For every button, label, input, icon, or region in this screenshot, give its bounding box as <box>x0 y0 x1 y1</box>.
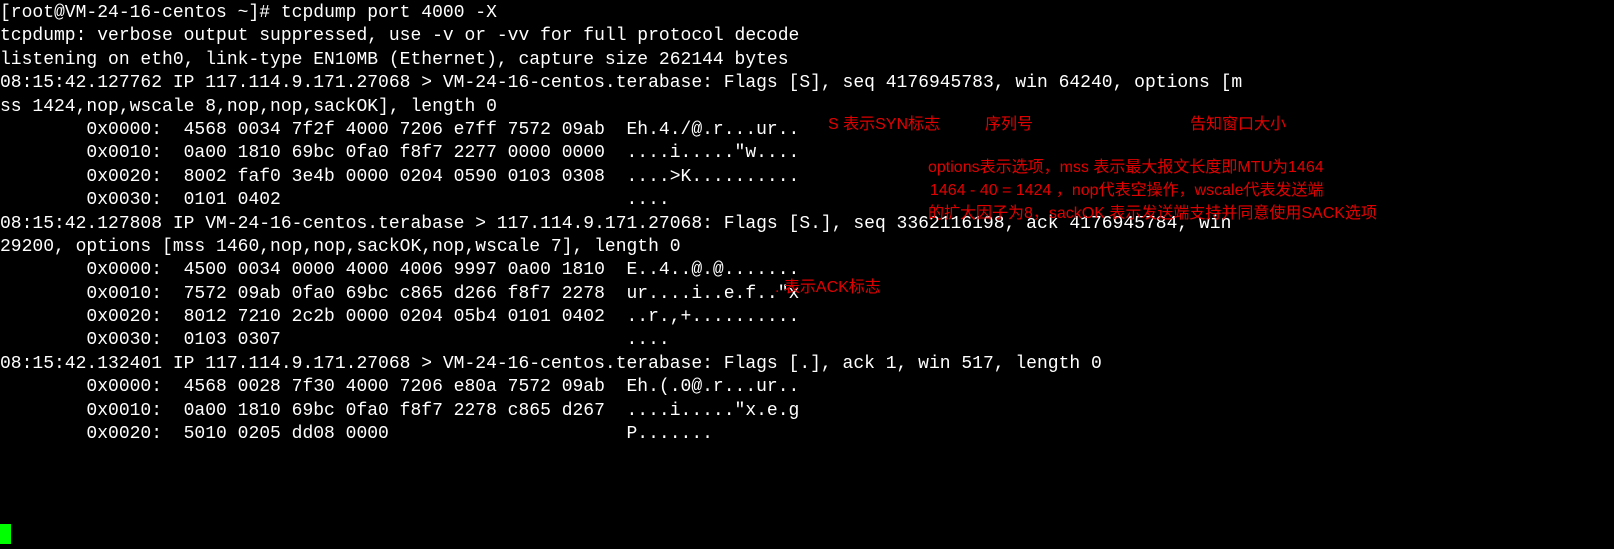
output-line: 29200, options [mss 1460,nop,nop,sackOK,… <box>0 237 681 257</box>
terminal-cursor <box>0 524 11 544</box>
hexdump-line: 0x0010: 0a00 1810 69bc 0fa0 f8f7 2277 00… <box>0 143 799 163</box>
annotation-syn-flag: S 表示SYN标志 <box>828 115 940 136</box>
output-line: 08:15:42.132401 IP 117.114.9.171.27068 >… <box>0 354 1102 374</box>
output-line: ss 1424,nop,wscale 8,nop,nop,sackOK], le… <box>0 97 497 117</box>
output-line: 08:15:42.127762 IP 117.114.9.171.27068 >… <box>0 73 1242 93</box>
hexdump-line: 0x0030: 0103 0307 .... <box>0 330 670 350</box>
output-line: tcpdump: verbose output suppressed, use … <box>0 26 799 46</box>
output-line: listening on eth0, link-type EN10MB (Eth… <box>0 50 789 70</box>
annotation-ack-flag: . 表示ACK标志 <box>775 278 881 299</box>
command-text: tcpdump port 4000 -X <box>281 3 497 23</box>
annotation-options-2: 1464 - 40 = 1424 ，nop代表空操作，wscale代表发送端 <box>930 181 1324 202</box>
hexdump-line: 0x0010: 7572 09ab 0fa0 69bc c865 d266 f8… <box>0 284 799 304</box>
hexdump-line: 0x0030: 0101 0402 .... <box>0 190 670 210</box>
hexdump-line: 0x0000: 4500 0034 0000 4000 4006 9997 0a… <box>0 260 799 280</box>
hexdump-line: 0x0020: 5010 0205 dd08 0000 P....... <box>0 424 713 444</box>
annotation-options-3: 的扩大因子为8，sackOK 表示发送端支持并同意使用SACK选项 <box>928 204 1377 225</box>
hexdump-line: 0x0020: 8012 7210 2c2b 0000 0204 05b4 01… <box>0 307 799 327</box>
annotation-options-1: options表示选项，mss 表示最大报文长度即MTU为1464 <box>928 158 1324 179</box>
annotation-seq: 序列号 <box>985 115 1033 136</box>
hexdump-line: 0x0020: 8002 faf0 3e4b 0000 0204 0590 01… <box>0 167 799 187</box>
hexdump-line: 0x0010: 0a00 1810 69bc 0fa0 f8f7 2278 c8… <box>0 401 799 421</box>
annotation-window: 告知窗口大小 <box>1190 115 1286 136</box>
shell-prompt: [root@VM-24-16-centos ~]# <box>0 3 281 23</box>
hexdump-line: 0x0000: 4568 0034 7f2f 4000 7206 e7ff 75… <box>0 120 799 140</box>
hexdump-line: 0x0000: 4568 0028 7f30 4000 7206 e80a 75… <box>0 377 799 397</box>
